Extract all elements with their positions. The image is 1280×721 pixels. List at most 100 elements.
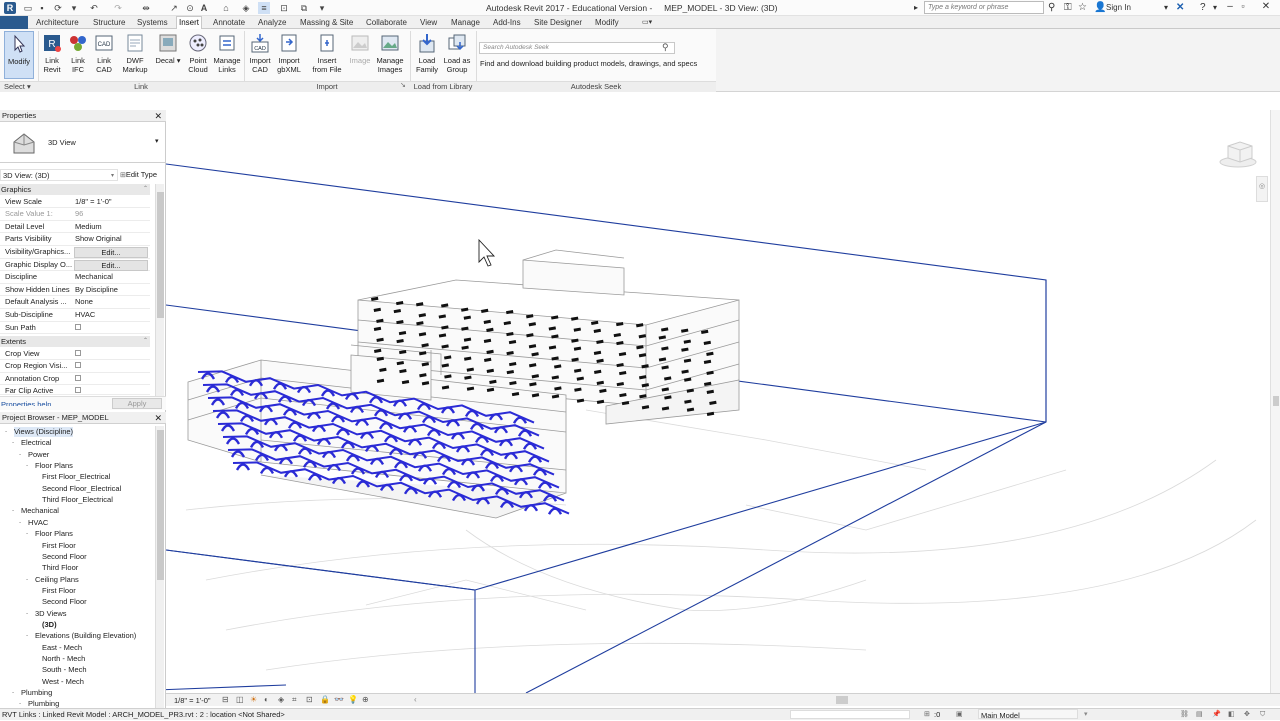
default-3d-view-icon[interactable]: ⌂ xyxy=(220,2,232,14)
reveal-hidden-icon[interactable]: 💡 xyxy=(348,695,358,704)
viewcube-icon[interactable] xyxy=(1218,138,1260,168)
edit-type-button[interactable]: ⊞Edit Type xyxy=(120,169,164,181)
prop-value[interactable]: HVAC xyxy=(75,309,149,321)
scroll-left-icon[interactable]: ‹ xyxy=(414,695,417,704)
prop-row[interactable]: Parts Visibility Show Original xyxy=(0,233,150,246)
3d-view-canvas[interactable]: ◎ xyxy=(166,110,1270,693)
tree-item[interactable]: Mechanical xyxy=(21,506,59,516)
subscription-icon[interactable]: ⚿ xyxy=(1064,2,1072,14)
tree-item[interactable]: Second Floor xyxy=(42,552,87,562)
import-cad-button[interactable]: CAD Import CAD xyxy=(247,31,273,74)
tree-item[interactable]: (3D) xyxy=(42,620,57,630)
tree-item[interactable]: Ceiling Plans xyxy=(35,575,79,585)
file-tab[interactable] xyxy=(0,16,28,29)
insert-from-file-button[interactable]: Insert from File xyxy=(309,31,345,74)
tree-toggle-icon[interactable]: - xyxy=(19,699,21,708)
viewport-scrollbar[interactable] xyxy=(1270,110,1280,693)
tag-icon[interactable]: ⊙ xyxy=(184,2,196,14)
tree-item[interactable]: South - Mech xyxy=(42,665,87,675)
tab-structure[interactable]: Structure xyxy=(91,17,127,28)
tree-item[interactable]: Plumbing xyxy=(21,688,52,698)
scroll-thumb[interactable] xyxy=(1273,396,1279,406)
tab-systems[interactable]: Systems xyxy=(135,17,170,28)
select-links-icon[interactable]: ⛓ xyxy=(1180,709,1189,720)
link-ifc-button[interactable]: Link IFC xyxy=(66,31,90,74)
save-icon[interactable]: ▪ xyxy=(36,2,48,14)
tree-toggle-icon[interactable]: - xyxy=(26,609,28,619)
close-icon[interactable]: ✕ xyxy=(154,412,162,424)
exchange-icon[interactable]: ✕ xyxy=(1176,2,1184,14)
crop-region-icon[interactable]: ⊡ xyxy=(306,695,313,704)
tree-item[interactable]: Electrical xyxy=(21,438,51,448)
workset-selector[interactable]: Main Model xyxy=(978,709,1078,720)
tree-toggle-icon[interactable]: - xyxy=(26,575,28,585)
tab-view[interactable]: View xyxy=(418,17,439,28)
tree-item[interactable]: Second Floor xyxy=(42,597,87,607)
tab-manage[interactable]: Manage xyxy=(449,17,482,28)
prop-row[interactable]: Detail Level Medium xyxy=(0,221,150,234)
redo-icon[interactable]: ↷ xyxy=(112,2,124,14)
view-scale[interactable]: 1/8" = 1'-0" xyxy=(174,696,211,705)
properties-scrollbar[interactable] xyxy=(155,184,164,396)
drag-elements-icon[interactable]: ✥ xyxy=(1244,709,1250,720)
seek-search-input[interactable]: Search Autodesk Seek xyxy=(479,42,675,54)
prop-row[interactable]: View Scale 1/8" = 1'-0" xyxy=(0,196,150,209)
annotation-crop-checkbox[interactable] xyxy=(75,374,81,381)
maximize-icon[interactable]: ▫ xyxy=(1233,1,1253,15)
tree-item[interactable]: West - Mech xyxy=(42,677,84,687)
section-icon[interactable]: ◈ xyxy=(240,2,252,14)
import-panel-launcher-icon[interactable]: ↘ xyxy=(400,81,406,89)
tab-architecture[interactable]: Architecture xyxy=(34,17,81,28)
tree-toggle-icon[interactable]: - xyxy=(19,450,21,460)
filter-icon[interactable]: ⛉ xyxy=(1260,709,1265,720)
measure-icon[interactable]: ⇹ xyxy=(140,2,152,14)
tree-item[interactable]: Plumbing xyxy=(28,699,59,708)
manage-links-button[interactable]: Manage Links xyxy=(212,31,242,74)
close-window-icon[interactable]: ✕ xyxy=(1256,1,1276,15)
decal-button[interactable]: Decal ▾ xyxy=(155,31,181,65)
link-cad-button[interactable]: CAD Link CAD xyxy=(92,31,116,74)
prop-row[interactable]: Show Hidden Lines By Discipline xyxy=(0,284,150,297)
star-icon[interactable]: ☆ xyxy=(1078,2,1087,14)
type-selector[interactable]: 3D View ▾ xyxy=(0,123,166,163)
visibility-graphics-edit-button[interactable]: Edit... xyxy=(74,247,148,258)
import-gbxml-button[interactable]: Import gbXML xyxy=(274,31,304,74)
binoculars-icon[interactable]: ⚲ xyxy=(1048,2,1055,14)
lock-view-icon[interactable]: 🔒 xyxy=(320,695,330,704)
tree-item[interactable]: Power xyxy=(28,450,49,460)
tree-item[interactable]: First Floor xyxy=(42,586,76,596)
tree-item[interactable]: Third Floor_Electrical xyxy=(42,495,113,505)
load-family-button[interactable]: Load Family xyxy=(413,31,441,74)
prop-value[interactable]: By Discipline xyxy=(75,284,149,296)
navigation-wheel-icon[interactable]: ◎ xyxy=(1259,182,1265,190)
crop-view-checkbox[interactable] xyxy=(75,349,81,356)
browser-scrollbar[interactable] xyxy=(155,426,164,708)
tab-insert[interactable]: Insert xyxy=(176,16,203,29)
far-clip-active-checkbox[interactable] xyxy=(75,387,81,394)
tree-item[interactable]: North - Mech xyxy=(42,654,85,664)
render-icon[interactable]: ◈ xyxy=(278,695,284,704)
tree-toggle-icon[interactable]: - xyxy=(26,631,28,641)
temporary-hide-icon[interactable]: 👓 xyxy=(334,695,344,704)
image-button[interactable]: Image xyxy=(347,31,373,65)
search-expand-icon[interactable]: ▸ xyxy=(914,2,918,14)
tree-item[interactable]: Third Floor xyxy=(42,563,78,573)
category-extents[interactable]: Extents ⌃ xyxy=(0,336,150,347)
close-icon[interactable]: ✕ xyxy=(154,110,162,122)
design-options-icon[interactable]: ▣ xyxy=(956,709,963,720)
tree-item[interactable]: 3D Views xyxy=(35,609,67,619)
tree-item[interactable]: Views (Discipline) xyxy=(14,427,74,437)
open-icon[interactable]: ▭ xyxy=(22,2,34,14)
sign-in-dropdown-icon[interactable]: ▾ xyxy=(1164,2,1168,14)
select-underlay-icon[interactable]: ▤ xyxy=(1196,709,1203,720)
undo-icon[interactable]: ↶ xyxy=(88,2,100,14)
switch-windows-icon[interactable]: ⧉ xyxy=(298,2,310,14)
tree-toggle-icon[interactable]: - xyxy=(19,518,21,528)
tree-item[interactable]: Floor Plans xyxy=(35,529,73,539)
thin-lines-icon[interactable]: ≡ xyxy=(258,2,270,14)
tab-annotate[interactable]: Annotate xyxy=(211,17,247,28)
prop-row[interactable]: Sub-Discipline HVAC xyxy=(0,309,150,322)
help-search-input[interactable]: Type a keyword or phrase xyxy=(924,1,1044,14)
close-hidden-icon[interactable]: ⊡ xyxy=(278,2,290,14)
properties-help-link[interactable]: Properties help xyxy=(1,400,51,406)
